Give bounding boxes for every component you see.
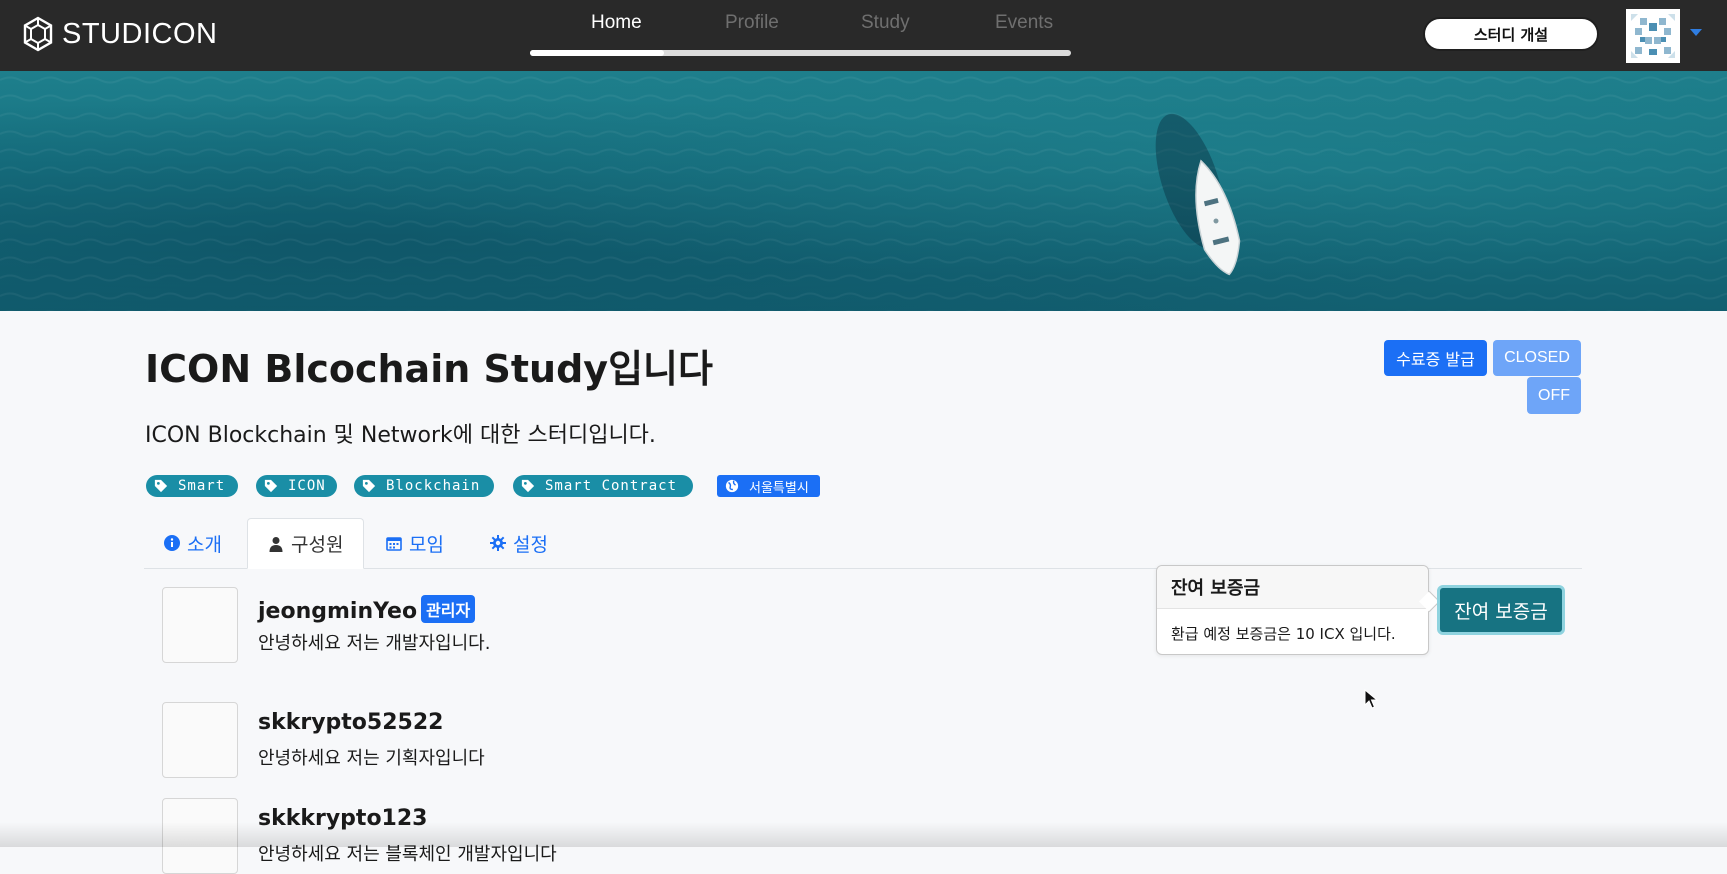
remaining-deposit-button[interactable]: 잔여 보증금: [1437, 585, 1565, 635]
mouse-cursor-icon: [1364, 689, 1378, 709]
tag-region-label: 서울특별시: [749, 480, 809, 496]
tab-meetings[interactable]: 모임: [366, 518, 464, 568]
study-title: ICON Blcochain Study입니다: [145, 347, 713, 391]
top-navbar: STUDICON Home Profile Study Events 스터디 개…: [0, 0, 1727, 71]
identicon-avatar-icon: [1626, 9, 1680, 63]
deposit-popover: 잔여 보증금 환급 예정 보증금은 10 ICX 입니다.: [1156, 565, 1441, 655]
popover-body: 환급 예정 보증금은 10 ICX 입니다.: [1171, 625, 1396, 643]
tag-region[interactable]: 서울특별시: [717, 475, 820, 497]
bottom-fade: [0, 822, 1727, 847]
tab-label: 설정: [513, 533, 548, 556]
hero-banner: [0, 71, 1727, 311]
member-avatar: [162, 702, 238, 778]
tab-members[interactable]: 구성원: [247, 518, 365, 569]
gear-icon: [490, 535, 506, 551]
user-avatar[interactable]: [1626, 9, 1680, 63]
user-icon: [269, 536, 283, 552]
nav-study[interactable]: Study: [861, 12, 910, 34]
nav-events[interactable]: Events: [995, 12, 1053, 34]
tag-icon: [362, 479, 376, 493]
tab-intro[interactable]: 소개: [144, 518, 242, 568]
tag-icon: [521, 479, 535, 493]
tag-label: Smart Contract: [545, 478, 678, 494]
tag-icon: [264, 479, 278, 493]
nav-home[interactable]: Home: [591, 12, 642, 34]
tag-icon: [154, 479, 168, 493]
globe-icon: [725, 479, 739, 493]
create-study-button[interactable]: 스터디 개설: [1423, 17, 1599, 51]
tag-label: Blockchain: [386, 478, 481, 494]
nav-indicator: [530, 50, 664, 56]
tab-label: 소개: [187, 533, 222, 556]
member-description: 안녕하세요 저는 개발자입니다.: [258, 633, 491, 654]
nav-indicator-track: [530, 50, 1071, 56]
study-description: ICON Blockchain 및 Network에 대한 스터디입니다.: [145, 423, 656, 448]
brand-logo[interactable]: STUDICON: [22, 16, 217, 52]
tag-label: Smart: [178, 478, 226, 494]
member-description: 안녕하세요 저는 기획자입니다: [258, 748, 485, 769]
tag-icon-chain[interactable]: ICON: [256, 475, 337, 497]
member-avatar: [162, 587, 238, 663]
admin-badge: 관리자: [421, 595, 476, 623]
hexagon-logo-icon: [23, 16, 53, 52]
study-tabs: 소개 구성원 모임 설정: [144, 518, 1582, 569]
tab-label: 구성원: [291, 534, 344, 556]
brand-name: STUDICON: [62, 17, 218, 50]
ocean-boat-image: [0, 71, 1727, 311]
status-badge-off: OFF: [1527, 377, 1581, 414]
member-name[interactable]: skkrypto52522: [258, 710, 443, 735]
tab-label: 모임: [409, 533, 444, 556]
member-name-text: jeongminYeo: [258, 599, 418, 624]
tag-smart[interactable]: Smart: [146, 475, 238, 497]
account-menu-caret-icon[interactable]: [1690, 29, 1702, 36]
issue-certificate-button[interactable]: 수료증 발급: [1384, 340, 1487, 376]
member-name[interactable]: jeongminYeo 관리자: [258, 595, 476, 624]
tag-smart-contract[interactable]: Smart Contract: [513, 475, 693, 497]
tag-blockchain[interactable]: Blockchain: [354, 475, 494, 497]
tag-label: ICON: [288, 478, 326, 494]
status-badge-closed: CLOSED: [1493, 340, 1581, 376]
popover-title: 잔여 보증금: [1157, 566, 1428, 609]
calendar-icon: [386, 537, 402, 551]
nav-profile[interactable]: Profile: [725, 12, 779, 34]
tab-settings[interactable]: 설정: [470, 518, 568, 568]
info-icon: [164, 535, 180, 551]
